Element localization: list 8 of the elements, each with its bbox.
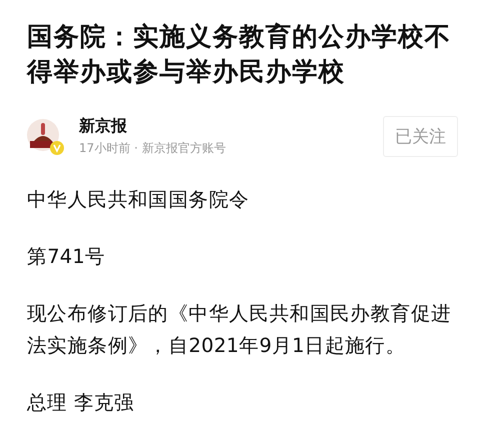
avatar-icon[interactable] xyxy=(27,119,59,151)
article-title: 国务院：实施义务教育的公办学校不得举办或参与举办民办学校 xyxy=(27,21,452,89)
article-paragraph: 现公布修订后的《中华人民共和国民办教育促进法实施条例》，自2021年9月1日起施行。 xyxy=(27,301,452,359)
article-paragraph: 第741号 xyxy=(27,244,106,270)
article-paragraph: 中华人民共和国国务院令 xyxy=(27,187,250,213)
article-paragraph: 总理 李克强 xyxy=(27,390,136,416)
author-name[interactable]: 新京报 xyxy=(79,116,383,136)
post-meta: 17小时前 · 新京报官方账号 xyxy=(79,140,227,156)
